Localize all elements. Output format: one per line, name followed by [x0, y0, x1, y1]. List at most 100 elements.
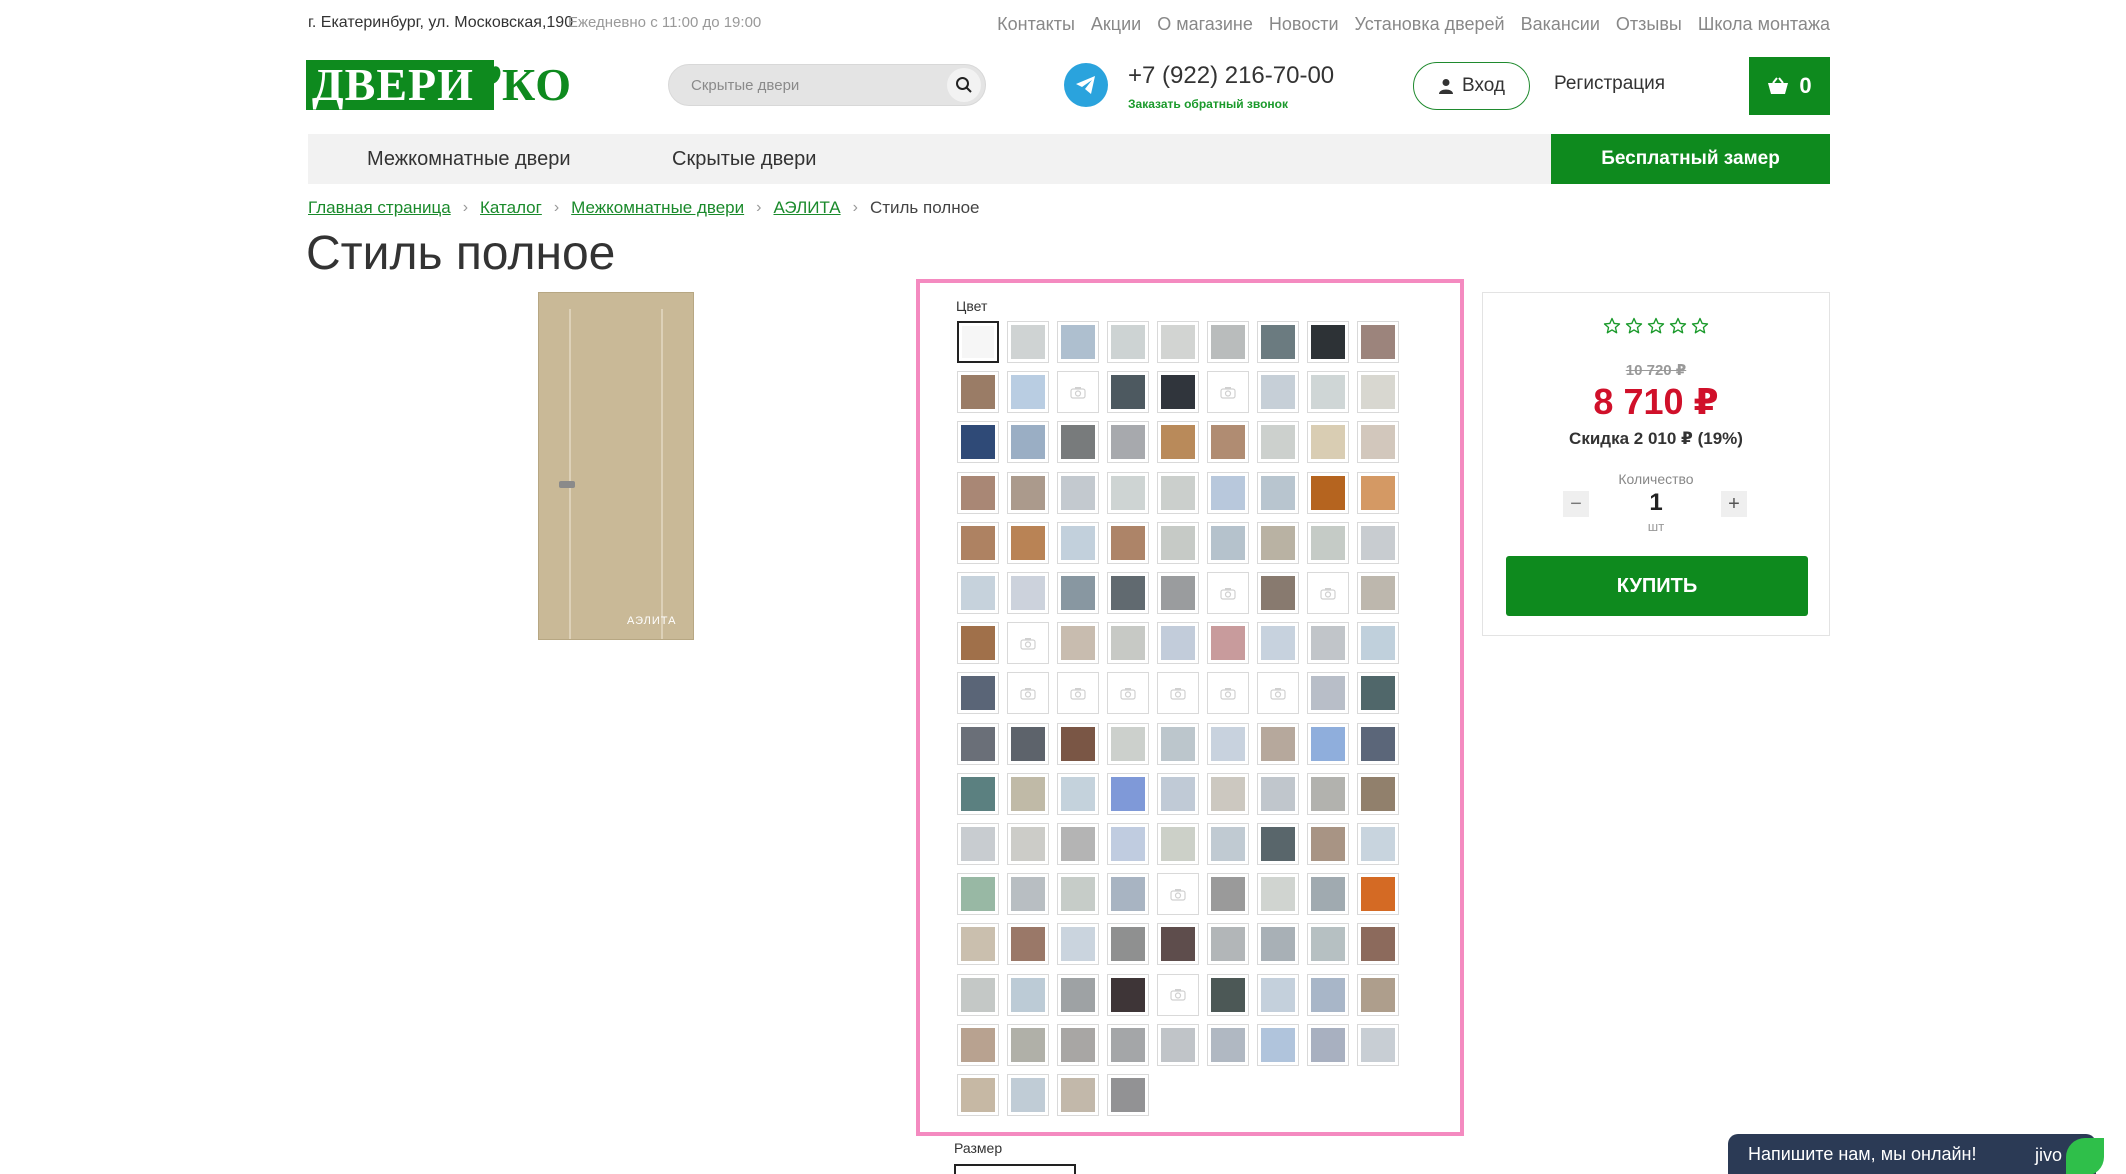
star-icon[interactable] [1625, 317, 1643, 335]
color-swatch[interactable] [1207, 772, 1249, 815]
color-swatch[interactable] [1207, 923, 1249, 966]
top-link-school[interactable]: Школа монтажа [1698, 14, 1830, 35]
cart-button[interactable]: 0 [1749, 57, 1830, 115]
color-swatch[interactable] [957, 973, 999, 1016]
color-swatch[interactable] [1357, 873, 1399, 916]
color-swatch[interactable] [1007, 672, 1049, 715]
color-swatch[interactable] [1257, 471, 1299, 514]
color-swatch[interactable] [1357, 321, 1399, 363]
color-swatch[interactable] [1007, 421, 1049, 464]
color-swatch[interactable] [1207, 722, 1249, 765]
color-swatch[interactable] [1307, 772, 1349, 815]
color-swatch[interactable] [1007, 873, 1049, 916]
color-swatch[interactable] [1007, 923, 1049, 966]
color-swatch[interactable] [1257, 421, 1299, 464]
color-swatch[interactable] [1357, 521, 1399, 564]
color-swatch[interactable] [1207, 421, 1249, 464]
color-swatch[interactable] [1157, 772, 1199, 815]
search-input[interactable] [691, 65, 931, 105]
top-link-installation[interactable]: Установка дверей [1355, 14, 1505, 35]
color-swatch[interactable] [1107, 722, 1149, 765]
color-swatch[interactable] [1207, 572, 1249, 614]
color-swatch[interactable] [1157, 521, 1199, 564]
color-swatch[interactable] [1007, 471, 1049, 514]
color-swatch[interactable] [1007, 1074, 1049, 1116]
color-swatch[interactable] [1357, 471, 1399, 514]
color-swatch[interactable] [1207, 672, 1249, 715]
callback-link[interactable]: Заказать обратный звонок [1128, 97, 1288, 111]
color-swatch[interactable] [1057, 672, 1099, 715]
color-swatch[interactable] [1157, 923, 1199, 966]
quantity-increase-button[interactable]: + [1721, 491, 1747, 517]
color-swatch[interactable] [1107, 521, 1149, 564]
nav-interior-doors[interactable]: Межкомнатные двери [367, 148, 571, 171]
color-swatch[interactable] [1257, 923, 1299, 966]
color-swatch[interactable] [957, 1023, 999, 1066]
color-swatch[interactable] [1057, 421, 1099, 464]
color-swatch[interactable] [1107, 572, 1149, 614]
register-link[interactable]: Регистрация [1554, 73, 1665, 95]
color-swatch[interactable] [1307, 973, 1349, 1016]
color-swatch[interactable] [1307, 572, 1349, 614]
color-swatch[interactable] [957, 371, 999, 414]
color-swatch[interactable] [1007, 371, 1049, 414]
color-swatch[interactable] [1257, 521, 1299, 564]
top-link-promotions[interactable]: Акции [1091, 14, 1141, 35]
color-swatch[interactable] [1357, 672, 1399, 715]
color-swatch[interactable] [957, 1074, 999, 1116]
color-swatch[interactable] [957, 321, 999, 363]
star-icon[interactable] [1647, 317, 1665, 335]
color-swatch[interactable] [1257, 622, 1299, 665]
color-swatch[interactable] [1307, 823, 1349, 865]
color-swatch[interactable] [1057, 371, 1099, 414]
color-swatch[interactable] [1107, 421, 1149, 464]
color-swatch[interactable] [1307, 622, 1349, 665]
color-swatch[interactable] [1007, 572, 1049, 614]
product-image[interactable]: АЭЛИТА [538, 292, 694, 640]
color-swatch[interactable] [1257, 973, 1299, 1016]
color-swatch[interactable] [1107, 1074, 1149, 1116]
color-swatch[interactable] [1057, 722, 1099, 765]
color-swatch[interactable] [1307, 421, 1349, 464]
color-swatch[interactable] [1057, 1074, 1099, 1116]
color-swatch[interactable] [1307, 873, 1349, 916]
star-icon[interactable] [1691, 317, 1709, 335]
color-swatch[interactable] [957, 622, 999, 665]
color-swatch[interactable] [1057, 572, 1099, 614]
color-swatch[interactable] [1257, 1023, 1299, 1066]
star-icon[interactable] [1669, 317, 1687, 335]
color-swatch[interactable] [1107, 371, 1149, 414]
color-swatch[interactable] [1007, 722, 1049, 765]
top-link-reviews[interactable]: Отзывы [1616, 14, 1682, 35]
color-swatch[interactable] [1357, 923, 1399, 966]
color-swatch[interactable] [957, 873, 999, 916]
color-swatch[interactable] [1057, 321, 1099, 363]
color-swatch[interactable] [957, 521, 999, 564]
color-swatch[interactable] [1057, 471, 1099, 514]
color-swatch[interactable] [1107, 672, 1149, 715]
color-swatch[interactable] [1107, 622, 1149, 665]
color-swatch[interactable] [1207, 471, 1249, 514]
breadcrumb-brand[interactable]: АЭЛИТА [773, 198, 840, 218]
color-swatch[interactable] [1307, 371, 1349, 414]
color-swatch[interactable] [1007, 1023, 1049, 1066]
color-swatch[interactable] [1307, 672, 1349, 715]
color-swatch[interactable] [1007, 772, 1049, 815]
star-icon[interactable] [1603, 317, 1621, 335]
color-swatch[interactable] [957, 572, 999, 614]
phone-number[interactable]: +7 (922) 216-70-00 [1128, 62, 1334, 90]
color-swatch[interactable] [1357, 1023, 1399, 1066]
color-swatch[interactable] [1157, 572, 1199, 614]
color-swatch[interactable] [957, 471, 999, 514]
color-swatch[interactable] [1007, 321, 1049, 363]
free-measurement-button[interactable]: Бесплатный замер [1551, 134, 1830, 184]
color-swatch[interactable] [1157, 672, 1199, 715]
color-swatch[interactable] [1357, 722, 1399, 765]
color-swatch[interactable] [1107, 873, 1149, 916]
color-swatch[interactable] [1257, 672, 1299, 715]
color-swatch[interactable] [1357, 823, 1399, 865]
color-swatch[interactable] [1307, 923, 1349, 966]
color-swatch[interactable] [1207, 1023, 1249, 1066]
color-swatch[interactable] [957, 772, 999, 815]
color-swatch[interactable] [1007, 973, 1049, 1016]
